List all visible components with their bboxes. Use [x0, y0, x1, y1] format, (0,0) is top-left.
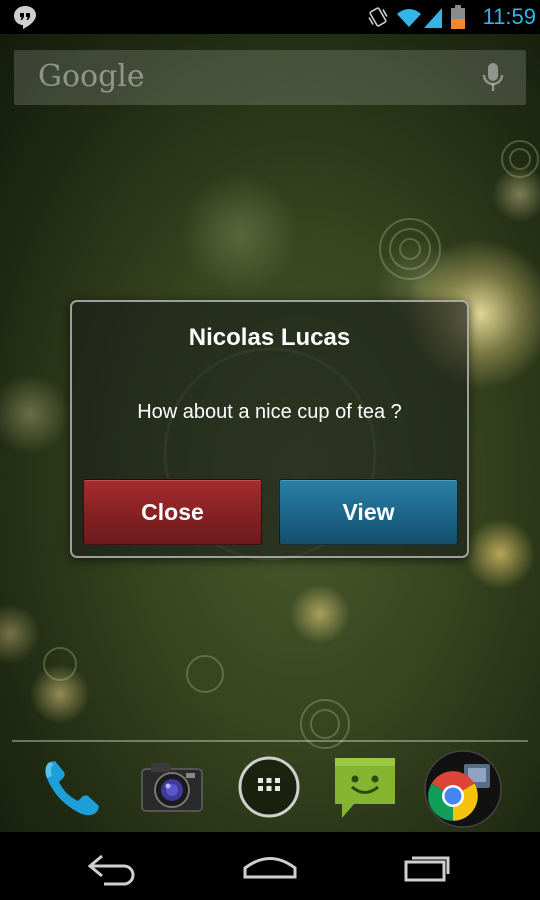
- google-search-bar[interactable]: Google: [14, 50, 526, 105]
- view-button[interactable]: View: [279, 479, 458, 545]
- hangouts-icon: [14, 6, 36, 29]
- chrome-icon[interactable]: [424, 750, 502, 828]
- messaging-icon[interactable]: [330, 752, 400, 822]
- vibrate-icon: [368, 7, 388, 27]
- navigation-bar: [0, 832, 540, 900]
- mic-icon[interactable]: [482, 62, 504, 94]
- notification-dialog: Nicolas Lucas How about a nice cup of te…: [70, 300, 469, 558]
- status-clock: 11:59: [482, 4, 536, 29]
- phone-icon[interactable]: [38, 752, 108, 822]
- recents-icon[interactable]: [398, 844, 458, 888]
- signal-icon: [424, 8, 442, 28]
- home-icon[interactable]: [240, 844, 300, 888]
- dialog-title: Nicolas Lucas: [188, 324, 351, 351]
- status-bar: 11:59: [0, 0, 540, 34]
- wifi-icon: [397, 9, 421, 27]
- close-button[interactable]: Close: [83, 479, 262, 545]
- battery-icon: [451, 5, 465, 29]
- dock-divider: [12, 740, 528, 742]
- back-icon[interactable]: [82, 844, 142, 888]
- camera-icon[interactable]: [137, 752, 207, 822]
- dialog-message: How about a nice cup of tea ?: [137, 401, 402, 423]
- all-apps-icon[interactable]: [234, 752, 304, 822]
- google-logo: Google: [38, 59, 145, 94]
